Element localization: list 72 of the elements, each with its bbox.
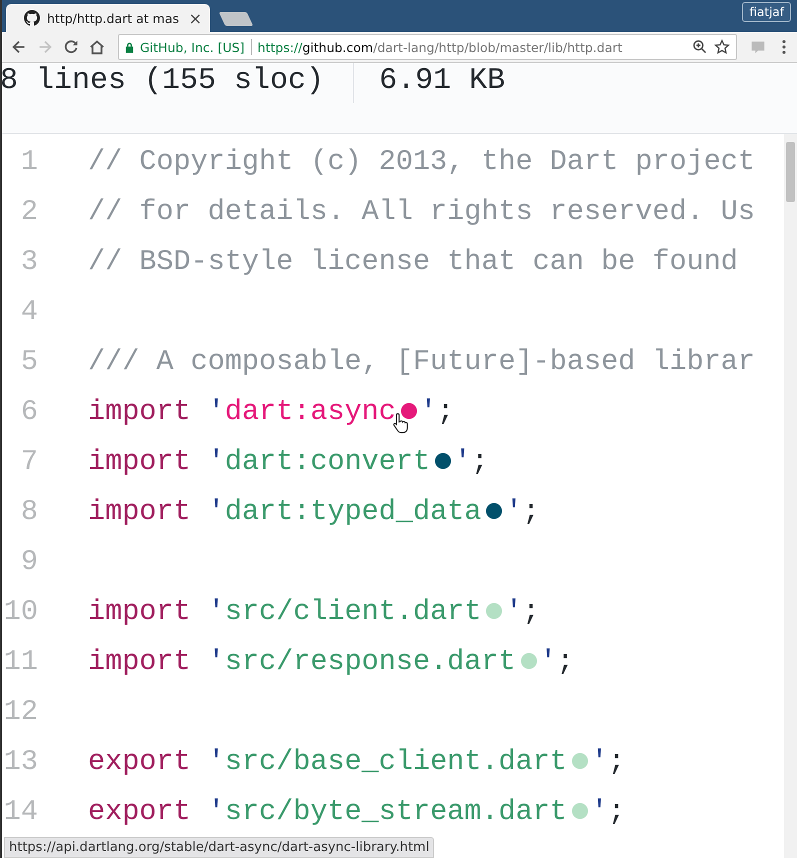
line-count: 8 lines (155 sloc) <box>2 63 324 99</box>
code-punctuation: ; <box>556 644 574 678</box>
code-punctuation: ; <box>436 394 454 428</box>
status-url: https://api.dartlang.org/stable/dart-async/dart-async-library.html <box>4 837 434 858</box>
code-link[interactable]: dart:typed_data <box>224 494 482 528</box>
code-comment: // Copyright (c) 2013, the Dart project <box>88 144 756 178</box>
star-icon[interactable] <box>714 39 730 55</box>
line-number: 7 <box>20 444 38 478</box>
code-quote: ' <box>540 644 557 678</box>
code-comment: // for details. All rights reserved. Us <box>88 194 756 228</box>
line-number: 14 <box>2 794 38 828</box>
line-number: 1 <box>20 144 38 178</box>
line-number: 13 <box>2 744 38 778</box>
line-number: 3 <box>20 244 38 278</box>
github-logo-icon <box>24 10 40 26</box>
file-size: 6.91 KB <box>379 63 506 99</box>
code-quote: ' <box>206 594 225 628</box>
code-quote: ' <box>454 444 472 478</box>
line-number: 9 <box>20 544 38 578</box>
tab-title: http/http.dart at mas <box>47 10 180 26</box>
scrollbar[interactable] <box>784 134 797 858</box>
code-punctuation: ; <box>608 794 626 828</box>
profile-button[interactable]: fiatjaf <box>742 2 791 22</box>
close-tab-button[interactable]: × <box>188 8 202 28</box>
code-link[interactable]: src/base_client.dart <box>224 744 567 778</box>
code-quote: ' <box>590 794 608 828</box>
lock-icon <box>125 42 134 52</box>
line-number: 2 <box>20 194 38 228</box>
code-link[interactable]: dart:async <box>224 394 396 428</box>
code-keyword: import <box>88 494 191 528</box>
code-link[interactable]: src/client.dart <box>224 594 482 628</box>
code-quote: ' <box>420 394 437 428</box>
code-link[interactable]: src/byte_stream.dart <box>224 794 567 828</box>
line-number: 5 <box>20 344 38 378</box>
reload-icon[interactable] <box>62 38 80 56</box>
line-number: 8 <box>20 494 38 528</box>
code-comment: /// A composable, [Future]-based librar <box>88 344 756 378</box>
code-quote: ' <box>206 444 225 478</box>
browser-tab[interactable]: http/http.dart at mas × <box>6 4 210 32</box>
code-keyword: import <box>88 444 191 478</box>
hand-cursor-icon <box>392 412 410 434</box>
code-keyword: export <box>88 794 191 828</box>
code-keyword: import <box>88 644 191 678</box>
code-punctuation: ; <box>522 494 540 528</box>
code-punctuation: ; <box>522 594 540 628</box>
line-number: 12 <box>2 694 38 728</box>
line-number: 4 <box>20 294 38 328</box>
code-quote: ' <box>206 494 225 528</box>
new-tab-button[interactable] <box>218 12 254 26</box>
line-number: 6 <box>20 394 38 428</box>
home-icon[interactable] <box>88 38 106 56</box>
code-punctuation: ; <box>608 744 626 778</box>
code-quote: ' <box>206 644 225 678</box>
code-comment: // BSD-style license that can be found <box>88 244 738 278</box>
code-quote: ' <box>505 494 522 528</box>
code-quote: ' <box>206 744 225 778</box>
code-punctuation: ; <box>471 444 488 478</box>
code-keyword: import <box>88 394 191 428</box>
security-label: GitHub, Inc. [US] <box>140 40 245 54</box>
code-keyword: import <box>88 594 191 628</box>
code-quote: ' <box>206 794 225 828</box>
line-number: 10 <box>2 594 38 628</box>
code-quote: ' <box>505 594 522 628</box>
address-bar[interactable]: GitHub, Inc. [US] https://github.com/dart-lang/http/blob/master/lib/http.dart <box>118 34 737 60</box>
url-text: https://github.com/dart-lang/http/blob/master/lib/http.dart <box>258 40 624 54</box>
code-quote: ' <box>590 744 608 778</box>
line-number: 11 <box>2 644 38 678</box>
code-keyword: export <box>88 744 191 778</box>
code-quote: ' <box>206 394 225 428</box>
code-link[interactable]: src/response.dart <box>224 644 516 678</box>
code-link[interactable]: dart:convert <box>224 444 430 478</box>
zoom-icon[interactable] <box>692 39 708 55</box>
